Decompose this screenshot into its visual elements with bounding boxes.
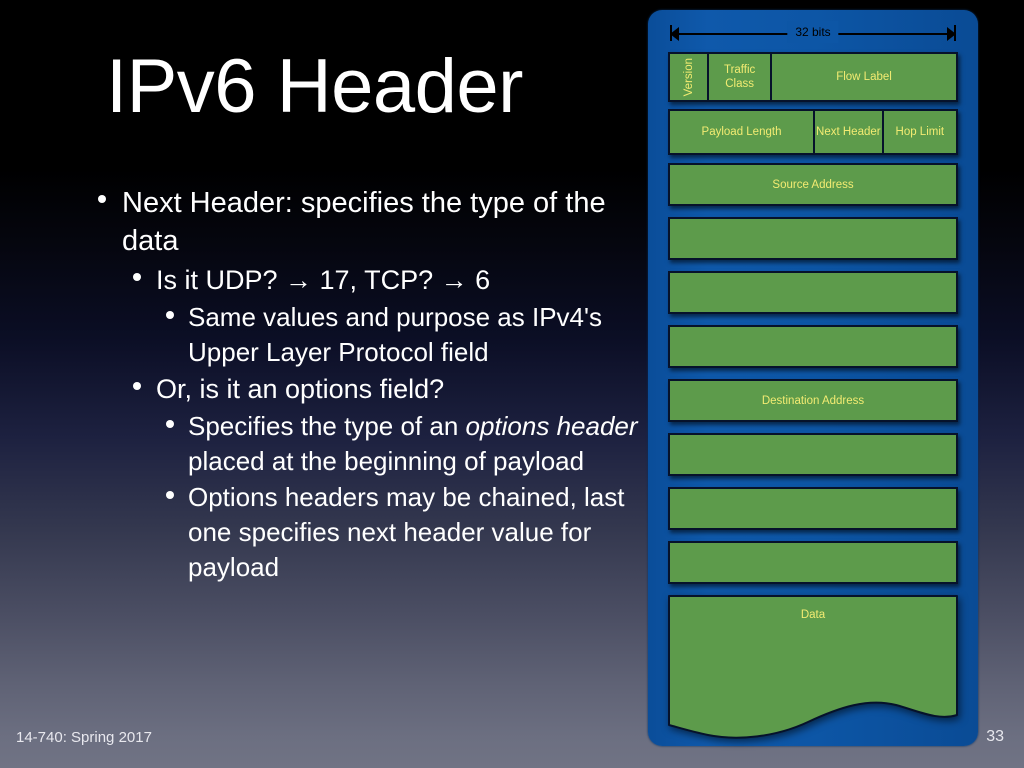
- header-field-cell: [670, 489, 956, 528]
- bullet-text: Same values and purpose as IPv4's Upper …: [188, 302, 602, 367]
- page-title: IPv6 Header: [106, 44, 523, 129]
- header-field-cell: [670, 543, 956, 582]
- bullet-dot-icon: [166, 491, 174, 499]
- row-source-address-4: [668, 325, 958, 368]
- header-field-label: Source Address: [772, 178, 854, 191]
- row-source-address: Source Address: [668, 163, 958, 206]
- row-1: Version Traffic Class Flow Label: [668, 52, 958, 102]
- header-field-cell: Payload Length: [670, 111, 813, 153]
- bullet-item: Same values and purpose as IPv4's Upper …: [88, 300, 648, 370]
- header-field-label: Next Header: [816, 126, 881, 138]
- bullet-item: Next Header: specifies the type of the d…: [88, 184, 648, 260]
- slide: IPv6 Header Next Header: specifies the t…: [0, 0, 1024, 768]
- bullet-text: Next Header: specifies the type of the d…: [122, 187, 606, 257]
- footer-course-label: 14-740: Spring 2017: [16, 729, 152, 746]
- bullet-text-emphasis: options header: [465, 411, 638, 441]
- bullet-dot-icon: [166, 420, 174, 428]
- bullet-text-post: placed at the beginning of payload: [188, 446, 585, 476]
- bullet-dot-icon: [133, 382, 141, 390]
- header-field-cell: Destination Address: [670, 381, 956, 420]
- header-field-cell: [670, 327, 956, 366]
- width-annotation: 32 bits: [670, 21, 956, 44]
- bullet-item: Or, is it an options field?: [88, 371, 648, 408]
- header-field-label: Flow Label: [836, 71, 892, 83]
- header-field-cell: Next Header: [813, 111, 882, 153]
- bullet-text-pre: Specifies the type of an: [188, 411, 466, 441]
- header-field-cell: [670, 435, 956, 474]
- header-field-cell: Hop Limit: [881, 111, 956, 153]
- header-field-cell: [670, 219, 956, 258]
- bullet-dot-icon: [98, 195, 106, 203]
- width-cap-left: [670, 25, 672, 41]
- header-field-label: Hop Limit: [895, 126, 945, 138]
- header-field-cell: [670, 273, 956, 312]
- header-field-cell: Source Address: [670, 165, 956, 204]
- bullet-text: Options headers may be chained, last one…: [188, 482, 625, 582]
- header-field-label: Payload Length: [701, 126, 782, 138]
- header-field-cell: Traffic Class: [707, 54, 771, 100]
- row-2: Payload Length Next Header Hop Limit: [668, 109, 958, 155]
- row-destination-address-3: [668, 487, 958, 530]
- row-source-address-2: [668, 217, 958, 260]
- bullet-text: Specifies the type of an options header …: [188, 409, 648, 479]
- ipv6-header-diagram: 32 bits Version Traffic Class Flow Label Pa…: [648, 10, 978, 746]
- data-block-shape: [668, 595, 958, 739]
- header-field-cell: Flow Label: [770, 54, 956, 100]
- bullet-list: Next Header: specifies the type of the d…: [88, 184, 648, 586]
- bullet-dot-icon: [166, 311, 174, 319]
- header-field-label: Destination Address: [761, 394, 865, 407]
- bullet-text: Is it UDP? → 17, TCP? → 6: [156, 265, 491, 295]
- width-label: 32 bits: [787, 21, 839, 43]
- bullet-item: Options headers may be chained, last one…: [88, 480, 648, 585]
- header-field-label: Version: [682, 57, 695, 97]
- bullet-text: Or, is it an options field?: [156, 374, 445, 404]
- row-destination-address-2: [668, 433, 958, 476]
- bullet-item: Is it UDP? → 17, TCP? → 6: [88, 262, 648, 299]
- row-destination-address: Destination Address: [668, 379, 958, 422]
- header-field-label: Traffic Class: [723, 64, 756, 90]
- data-payload-block: Data: [668, 595, 958, 745]
- slide-number: 33: [986, 728, 1004, 745]
- bullet-item: Specifies the type of an options header …: [88, 409, 648, 479]
- header-field-cell: Version: [670, 54, 708, 100]
- row-source-address-3: [668, 271, 958, 314]
- bullet-dot-icon: [133, 273, 141, 281]
- row-destination-address-4: [668, 541, 958, 584]
- width-cap-right: [954, 25, 956, 41]
